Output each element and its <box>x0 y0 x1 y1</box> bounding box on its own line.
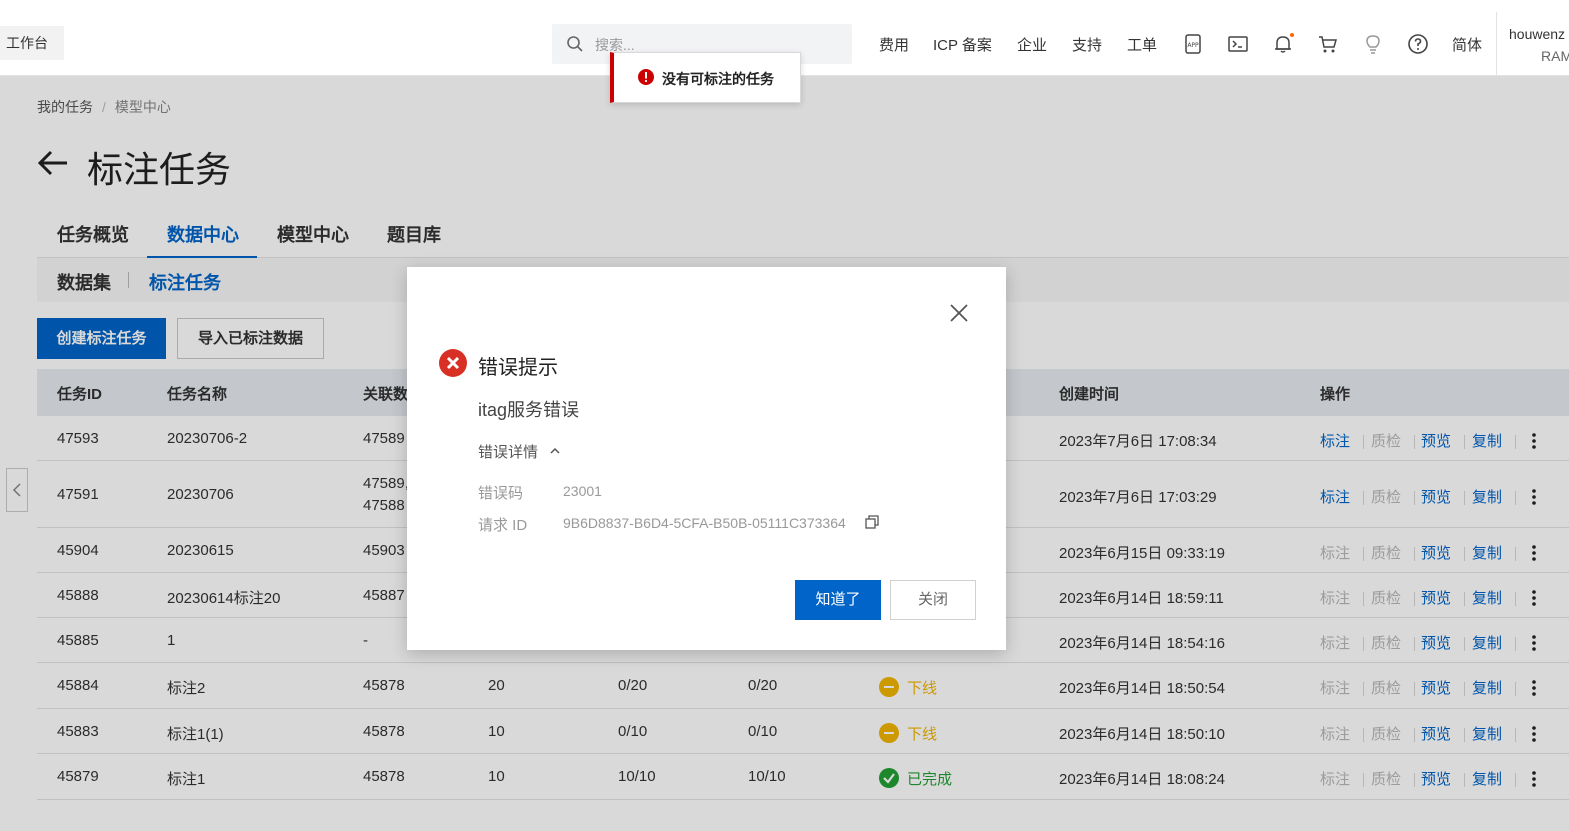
bell-icon[interactable] <box>1271 32 1295 56</box>
close-icon[interactable] <box>949 303 969 323</box>
app-icon[interactable]: APP <box>1181 32 1205 56</box>
user-name: houwenz <box>1509 26 1566 42</box>
close-button[interactable]: 关闭 <box>890 580 976 620</box>
language-switch[interactable]: 简体 <box>1452 34 1482 55</box>
error-code-label: 错误码 <box>478 485 524 502</box>
terminal-icon[interactable] <box>1226 32 1250 56</box>
toast-text: 没有可标注的任务 <box>662 71 774 87</box>
dialog-title: 错误提示 <box>478 357 558 379</box>
nav-icp[interactable]: ICP 备案 <box>933 34 992 55</box>
copy-icon[interactable] <box>865 515 879 529</box>
chevron-up-icon[interactable] <box>549 445 561 457</box>
user-role: RAM <box>1541 48 1569 64</box>
error-dialog: 错误提示 itag服务错误 错误详情 错误码 23001 请求 ID 9B6D8… <box>407 267 1006 650</box>
user-menu[interactable]: houwenz RAM <box>1496 12 1569 76</box>
cart-icon[interactable] <box>1316 32 1340 56</box>
nav-ticket[interactable]: 工单 <box>1127 34 1157 55</box>
nav-enterprise[interactable]: 企业 <box>1017 34 1047 55</box>
error-icon <box>439 349 467 377</box>
dialog-message: itag服务错误 <box>478 400 580 420</box>
alert-icon <box>638 69 654 85</box>
error-toast: 没有可标注的任务 <box>610 52 801 103</box>
error-code-value: 23001 <box>563 483 602 499</box>
nav-support[interactable]: 支持 <box>1072 34 1102 55</box>
svg-text:APP: APP <box>1187 42 1199 49</box>
workbench-link[interactable]: 工作台 <box>0 26 64 60</box>
acknowledge-button[interactable]: 知道了 <box>795 580 881 620</box>
lightbulb-icon[interactable] <box>1361 32 1385 56</box>
nav-fee[interactable]: 费用 <box>879 34 909 55</box>
error-details-toggle[interactable]: 错误详情 <box>478 441 538 462</box>
request-id-value: 9B6D8837-B6D4-5CFA-B50B-05111C373364 <box>563 515 846 531</box>
request-id-label: 请求 ID <box>478 517 528 534</box>
search-icon <box>567 36 583 52</box>
help-icon[interactable] <box>1406 32 1430 56</box>
